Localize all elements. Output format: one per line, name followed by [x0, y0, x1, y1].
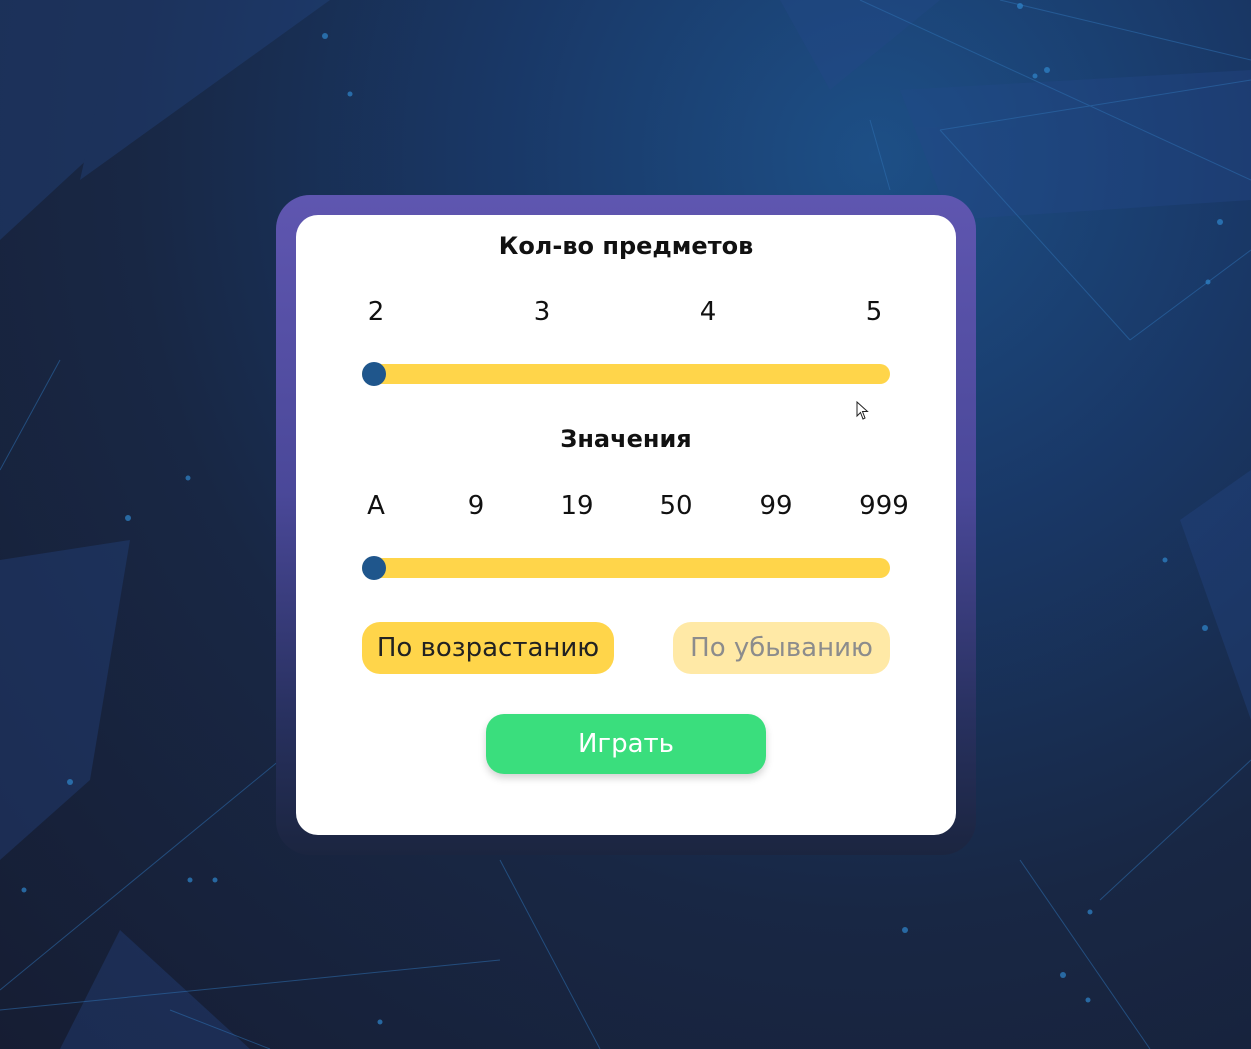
count-slider-thumb[interactable] [362, 362, 386, 386]
settings-card: Кол-во предметов 2 3 4 5 Значения A 9 19… [296, 215, 956, 835]
values-slider-thumb[interactable] [362, 556, 386, 580]
values-title: Значения [560, 425, 692, 453]
values-tick-a[interactable]: A [336, 491, 416, 521]
values-tick-99[interactable]: 99 [736, 491, 816, 521]
descending-button[interactable]: По убыванию [673, 622, 890, 674]
mouse-cursor-icon [856, 401, 869, 420]
play-button[interactable]: Играть [486, 714, 766, 774]
values-tick-9[interactable]: 9 [436, 491, 516, 521]
count-tick-2[interactable]: 2 [336, 297, 416, 327]
count-tick-5[interactable]: 5 [834, 297, 914, 327]
values-tick-999[interactable]: 999 [844, 491, 924, 521]
ascending-button[interactable]: По возрастанию [362, 622, 614, 674]
values-tick-19[interactable]: 19 [537, 491, 617, 521]
count-tick-3[interactable]: 3 [502, 297, 582, 327]
values-tick-50[interactable]: 50 [636, 491, 716, 521]
values-slider-track[interactable] [362, 558, 890, 578]
count-tick-4[interactable]: 4 [668, 297, 748, 327]
count-slider-track[interactable] [362, 364, 890, 384]
count-title: Кол-во предметов [498, 232, 754, 260]
